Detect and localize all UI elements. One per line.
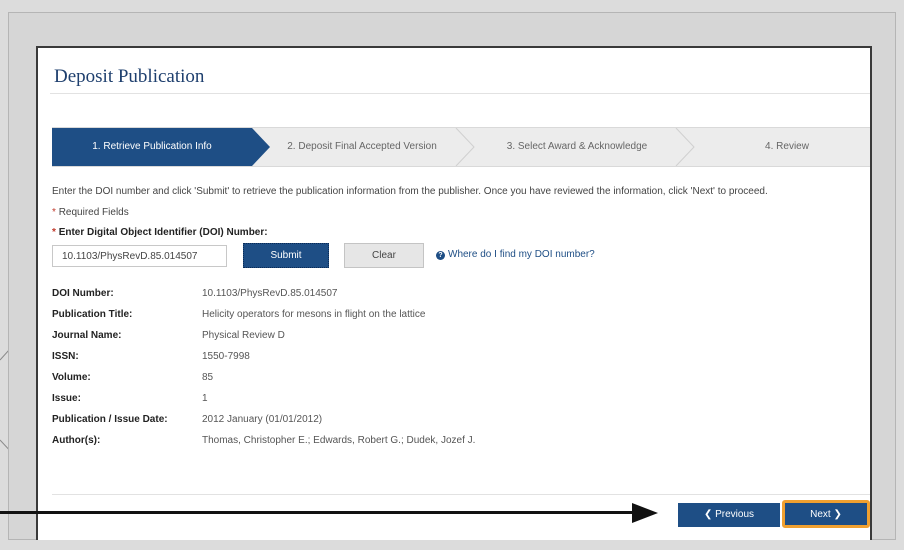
step-label: 2. Deposit Final Accepted Version: [287, 141, 437, 152]
previous-label: Previous: [715, 509, 755, 520]
detail-label: Volume:: [52, 372, 91, 383]
progress-steps: 1. Retrieve Publication Info 2. Deposit …: [52, 127, 870, 167]
detail-row-issue: Issue: 1: [52, 393, 652, 414]
footer-divider: [52, 494, 870, 495]
detail-label: ISSN:: [52, 351, 79, 362]
step-deposit-final-version[interactable]: 2. Deposit Final Accepted Version: [272, 128, 452, 166]
required-star: *: [52, 227, 56, 238]
page-title: Deposit Publication: [54, 66, 205, 87]
detail-row-volume: Volume: 85: [52, 372, 652, 393]
detail-value: 10.1103/PhysRevD.85.014507: [202, 288, 338, 299]
step-select-award[interactable]: 3. Select Award & Acknowledge: [482, 128, 672, 166]
submit-button[interactable]: Submit: [243, 243, 329, 268]
detail-value: Physical Review D: [202, 330, 285, 341]
doi-help-link[interactable]: ? Where do I find my DOI number?: [436, 249, 595, 260]
doi-label-text: Enter Digital Object Identifier (DOI) Nu…: [58, 227, 268, 238]
step-separator-icon: [675, 128, 695, 166]
required-star: *: [52, 207, 56, 218]
detail-row-journal: Journal Name: Physical Review D: [52, 330, 652, 351]
detail-value: Thomas, Christopher E.; Edwards, Robert …: [202, 435, 476, 446]
detail-row-title: Publication Title: Helicity operators fo…: [52, 309, 652, 330]
step-label: 3. Select Award & Acknowledge: [506, 141, 648, 152]
intro-text: Enter the DOI number and click 'Submit' …: [52, 186, 768, 197]
detail-label: Issue:: [52, 393, 81, 404]
detail-row-date: Publication / Issue Date: 2012 January (…: [52, 414, 652, 435]
previous-button[interactable]: ❮ Previous: [678, 503, 780, 527]
publication-details: DOI Number: 10.1103/PhysRevD.85.014507 P…: [52, 288, 652, 456]
required-fields-text: Required Fields: [58, 207, 129, 218]
step-retrieve-publication-info[interactable]: 1. Retrieve Publication Info: [52, 128, 252, 166]
doi-help-text: Where do I find my DOI number?: [448, 249, 595, 260]
pointer-arrow-line: [0, 511, 634, 514]
detail-row-authors: Author(s): Thomas, Christopher E.; Edwar…: [52, 435, 652, 456]
detail-value: 85: [202, 372, 214, 383]
detail-value: 2012 January (01/01/2012): [202, 414, 323, 425]
step-label: 4. Review: [765, 141, 809, 152]
detail-label: Publication Title:: [52, 309, 133, 320]
heading-divider: [50, 93, 870, 94]
doi-input[interactable]: [52, 245, 227, 267]
step-separator-icon: [455, 128, 475, 166]
next-button-highlight: [782, 500, 870, 528]
detail-label: Author(s):: [52, 435, 101, 446]
detail-value: Helicity operators for mesons in flight …: [202, 309, 426, 320]
detail-label: DOI Number:: [52, 288, 114, 299]
detail-row-issn: ISSN: 1550-7998: [52, 351, 652, 372]
question-circle-icon: ?: [436, 251, 445, 260]
deposit-panel: Deposit Publication 1. Retrieve Publicat…: [36, 46, 872, 540]
pointer-arrow-icon: [632, 503, 658, 523]
detail-value: 1: [202, 393, 208, 404]
detail-label: Journal Name:: [52, 330, 122, 341]
step-active-arrow: [252, 128, 270, 166]
clear-button[interactable]: Clear: [344, 243, 424, 268]
step-review[interactable]: 4. Review: [702, 128, 872, 166]
chevron-left-icon: ❮: [703, 509, 713, 520]
doi-field-label: * Enter Digital Object Identifier (DOI) …: [52, 227, 268, 238]
detail-value: 1550-7998: [202, 351, 250, 362]
detail-label: Publication / Issue Date:: [52, 414, 168, 425]
detail-row-doi: DOI Number: 10.1103/PhysRevD.85.014507: [52, 288, 652, 309]
required-fields-note: * Required Fields: [52, 207, 129, 218]
step-label: 1. Retrieve Publication Info: [92, 141, 212, 152]
